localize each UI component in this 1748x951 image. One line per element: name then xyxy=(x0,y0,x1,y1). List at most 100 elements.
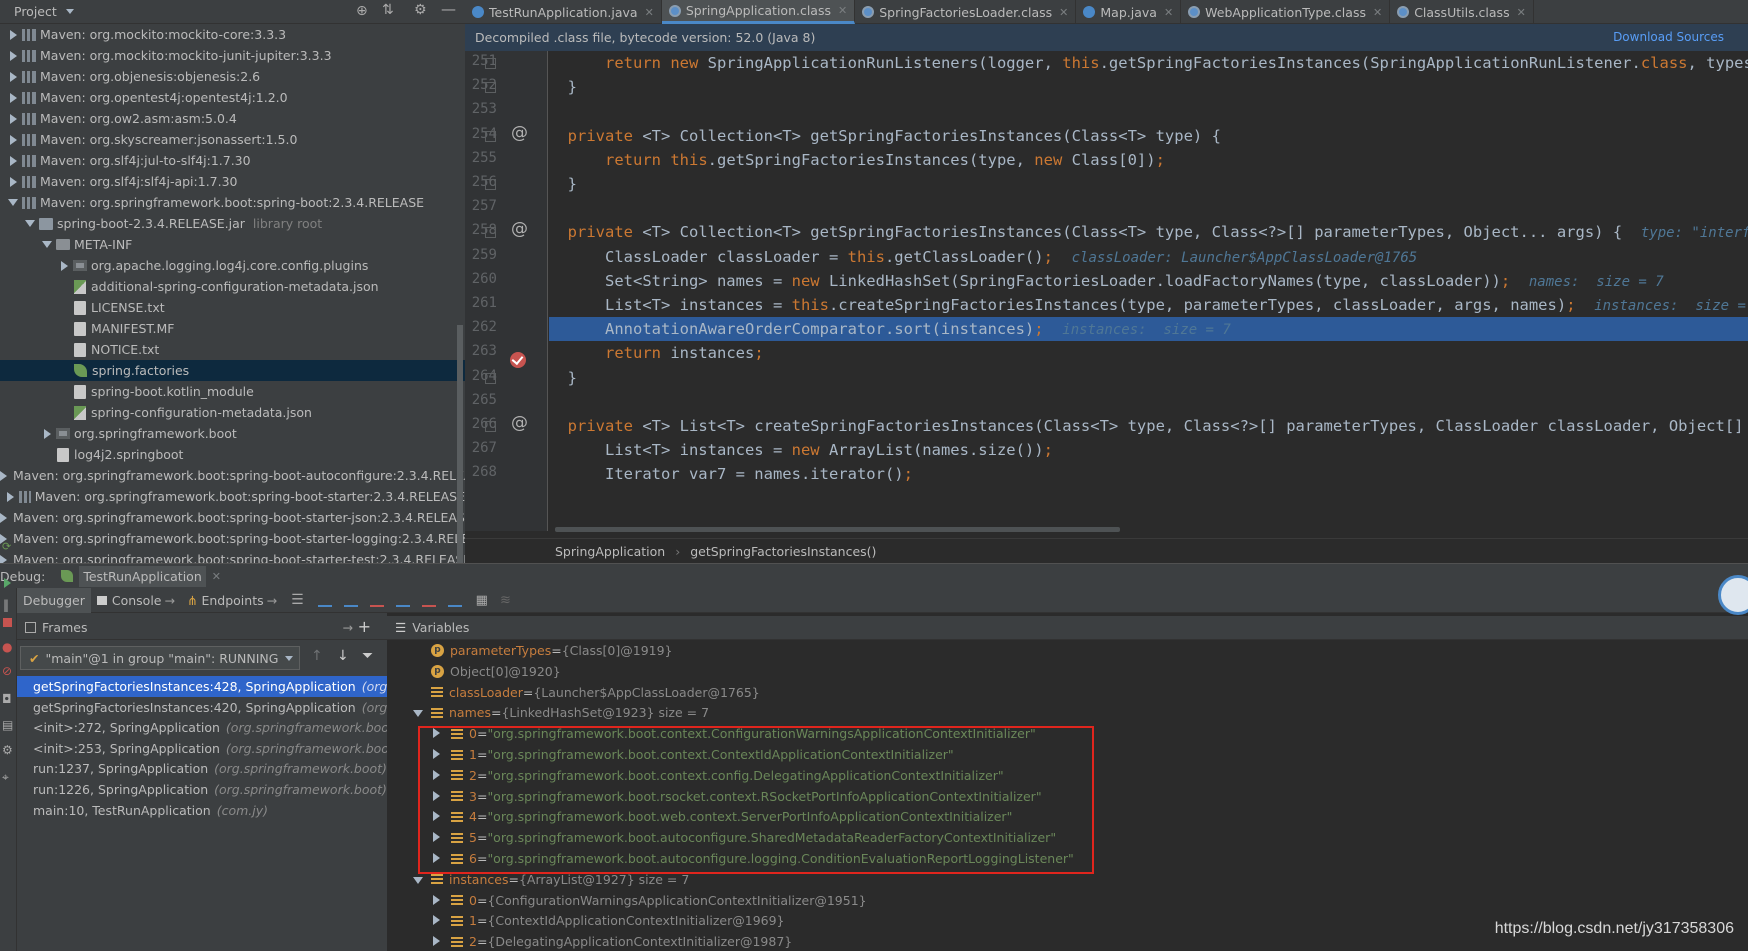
variable-row[interactable]: names = {LinkedHashSet@1923} size = 7 xyxy=(413,702,709,723)
chevron-down-icon[interactable] xyxy=(6,199,20,206)
tree-item[interactable]: org.apache.logging.log4j.core.config.plu… xyxy=(0,255,465,276)
chevron-right-icon[interactable] xyxy=(57,260,71,271)
tree-item[interactable]: Maven: org.slf4j:slf4j-api:1.7.30 xyxy=(0,171,465,192)
tree-item[interactable]: LICENSE.txt xyxy=(0,297,465,318)
override-icon[interactable]: @ xyxy=(511,219,528,239)
override-icon[interactable]: @ xyxy=(511,123,528,143)
force-step-into-icon[interactable] xyxy=(369,593,384,607)
fold-marker-icon[interactable] xyxy=(485,421,496,432)
settings-icon[interactable]: ⚙ xyxy=(2,743,13,757)
run-to-cursor-icon[interactable] xyxy=(447,593,462,607)
editor-hscrollbar[interactable] xyxy=(555,527,1120,532)
arrow-down-icon[interactable]: ↓ xyxy=(337,648,349,664)
tab-webapplicationtype-class[interactable]: WebApplicationType.class ✕ xyxy=(1181,0,1391,24)
close-icon[interactable]: ✕ xyxy=(1164,6,1173,19)
close-icon[interactable]: ✕ xyxy=(1373,6,1382,19)
tree-item[interactable]: Maven: org.springframework.boot:spring-b… xyxy=(0,486,465,507)
chevron-right-icon[interactable] xyxy=(6,92,20,103)
frame-item[interactable]: <init>:272, SpringApplication (org.spring… xyxy=(17,717,387,738)
variable-row[interactable]: 0 = {ConfigurationWarningsApplicationCon… xyxy=(433,890,867,911)
frame-item[interactable]: <init>:253, SpringApplication (org.spring… xyxy=(17,738,387,759)
gear-icon[interactable]: ⚙ xyxy=(414,2,427,18)
tree-item[interactable]: spring-boot.kotlin_module xyxy=(0,381,465,402)
filter-icon[interactable]: ⏷ xyxy=(362,648,373,664)
frame-item[interactable]: getSpringFactoriesInstances:428, SpringA… xyxy=(17,676,409,697)
tree-item[interactable]: org.springframework.boot xyxy=(0,423,465,444)
chevron-right-icon[interactable] xyxy=(6,134,20,145)
chevron-right-icon[interactable] xyxy=(6,176,20,187)
close-icon[interactable]: ✕ xyxy=(1517,6,1526,19)
breakpoint-icon[interactable] xyxy=(510,352,526,368)
frame-item[interactable]: main:10, TestRunApplication (com.jy) xyxy=(17,800,387,821)
menu-icon[interactable]: ☰ xyxy=(291,592,304,608)
chevron-right-icon[interactable] xyxy=(6,113,20,124)
chevron-down-icon[interactable] xyxy=(66,9,74,14)
pin-icon[interactable]: → xyxy=(343,620,353,635)
target-icon[interactable]: ⊕ xyxy=(356,3,368,19)
step-over-icon[interactable] xyxy=(317,593,332,607)
breadcrumb-class[interactable]: SpringApplication xyxy=(555,544,665,559)
chevron-right-icon[interactable] xyxy=(40,428,54,439)
chevron-down-icon[interactable] xyxy=(413,872,431,887)
pause-icon[interactable]: ‖ xyxy=(3,598,9,612)
tree-item[interactable]: Maven: org.mockito:mockito-junit-jupiter… xyxy=(0,45,465,66)
pin-icon[interactable]: ⌖ xyxy=(2,770,9,785)
code-editor[interactable]: return new SpringApplicationRunListeners… xyxy=(549,51,1748,531)
layout-icon[interactable]: ▤ xyxy=(2,718,13,732)
tree-item[interactable]: Maven: org.skyscreamer:jsonassert:1.5.0 xyxy=(0,129,465,150)
variable-row[interactable]: p Object[0]@1920} xyxy=(413,661,561,682)
variable-row[interactable]: p parameterTypes = {Class[0]@1919} xyxy=(413,640,673,661)
fold-marker-icon[interactable] xyxy=(485,179,496,190)
tab-testrunapplication-java[interactable]: TestRunApplication.java ✕ xyxy=(465,0,662,24)
tree-item[interactable]: NOTICE.txt xyxy=(0,339,465,360)
camera-icon[interactable]: ◘ xyxy=(2,692,12,706)
tree-item[interactable]: Maven: org.springframework.boot:spring-b… xyxy=(0,192,465,213)
step-into-icon[interactable] xyxy=(343,593,358,607)
fold-marker-icon[interactable] xyxy=(485,58,496,69)
tab-endpoints[interactable]: ⋔ Endpoints → xyxy=(181,588,283,613)
tree-item[interactable]: additional-spring-configuration-metadata… xyxy=(0,276,465,297)
thread-select[interactable]: ✔ "main"@1 in group "main": RUNNING xyxy=(20,646,300,670)
fold-marker-icon[interactable] xyxy=(485,130,496,142)
tree-item[interactable]: MANIFEST.MF xyxy=(0,318,465,339)
variable-row[interactable]: 2 = {DelegatingApplicationContextInitial… xyxy=(433,931,792,951)
frame-item[interactable]: run:1237, SpringApplication (org.springfr… xyxy=(17,758,387,779)
tree-item[interactable]: Maven: org.ow2.asm:asm:5.0.4 xyxy=(0,108,465,129)
tab-classutils-class[interactable]: ClassUtils.class ✕ xyxy=(1390,0,1534,24)
tree-item[interactable]: META-INF xyxy=(0,234,465,255)
close-icon[interactable]: ✕ xyxy=(212,570,221,583)
resume-icon[interactable] xyxy=(4,578,11,588)
tab-console[interactable]: Console → xyxy=(91,588,181,613)
variable-row[interactable]: classLoader = {Launcher$AppClassLoader@1… xyxy=(413,682,760,703)
evaluate-icon[interactable]: ▦ xyxy=(476,593,488,608)
frame-item[interactable]: getSpringFactoriesInstances:420, SpringA… xyxy=(17,697,387,718)
frame-item[interactable]: run:1226, SpringApplication (org.springfr… xyxy=(17,779,387,800)
tree-item[interactable]: Maven: org.objenesis:objenesis:2.6 xyxy=(0,66,465,87)
breadcrumb-method[interactable]: getSpringFactoriesInstances() xyxy=(690,544,876,559)
tree-item[interactable]: spring-boot-2.3.4.RELEASE.jar library roo… xyxy=(0,213,465,234)
tree-item[interactable]: Maven: org.opentest4j:opentest4j:1.2.0 xyxy=(0,87,465,108)
tree-item[interactable]: Maven: org.springframework.boot:spring-b… xyxy=(0,528,465,549)
tree-item[interactable]: Maven: org.springframework.boot:spring-b… xyxy=(0,465,465,486)
tree-item[interactable]: spring-configuration-metadata.json xyxy=(0,402,465,423)
tree-item[interactable]: Maven: org.slf4j:jul-to-slf4j:1.7.30 xyxy=(0,150,465,171)
rerun-icon[interactable]: ⟳ xyxy=(2,540,11,553)
chevron-right-icon[interactable] xyxy=(5,491,17,502)
tree-item[interactable]: Maven: org.mockito:mockito-core:3.3.3 xyxy=(0,24,465,45)
chevron-right-icon[interactable] xyxy=(433,913,451,928)
chevron-right-icon[interactable] xyxy=(0,512,7,523)
view-breakpoints-icon[interactable]: ● xyxy=(2,640,12,654)
mute-breakpoints-icon[interactable]: ⊘ xyxy=(2,664,12,678)
tree-item[interactable]: log4j2.springboot xyxy=(0,444,465,465)
tree-item[interactable]: spring.factories xyxy=(0,360,465,381)
chevron-right-icon[interactable] xyxy=(6,29,20,40)
tree-item[interactable]: Maven: org.springframework.boot:spring-b… xyxy=(0,549,465,563)
collapse-icon[interactable]: ⇅ xyxy=(382,2,394,18)
close-icon[interactable]: ✕ xyxy=(1059,6,1068,19)
fold-marker-icon[interactable] xyxy=(485,227,496,239)
minimize-icon[interactable]: — xyxy=(441,0,456,18)
tab-springfactoriesloader-class[interactable]: SpringFactoriesLoader.class ✕ xyxy=(855,0,1077,24)
chevron-right-icon[interactable] xyxy=(6,50,20,61)
chevron-right-icon[interactable] xyxy=(0,470,7,481)
chevron-down-icon[interactable] xyxy=(23,220,37,227)
